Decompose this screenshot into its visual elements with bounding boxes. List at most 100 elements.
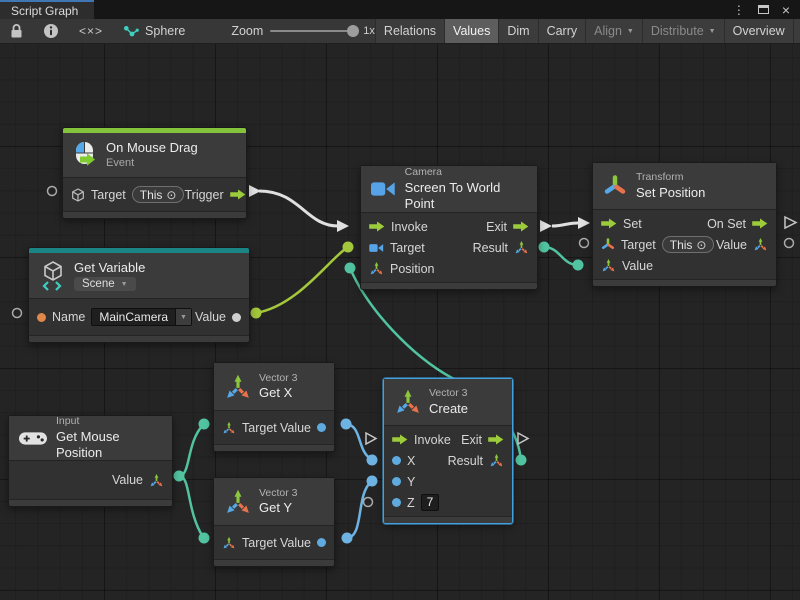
- port-invoke[interactable]: Invoke: [392, 433, 451, 447]
- port-exit[interactable]: Exit: [461, 433, 504, 447]
- lock-icon[interactable]: [0, 19, 33, 43]
- unconnected-port-circle[interactable]: [364, 498, 373, 507]
- overview-button[interactable]: Overview: [724, 19, 793, 43]
- tab-script-graph[interactable]: Script Graph: [0, 0, 94, 19]
- node-vector3-create[interactable]: Vector 3 Create Invoke Exit: [383, 378, 513, 524]
- flow-arrow[interactable]: [540, 220, 552, 232]
- node-get-mouse-position[interactable]: Input Get Mouse Position Value: [8, 415, 173, 507]
- port-value-out[interactable]: Value: [716, 237, 768, 252]
- this-object-field[interactable]: This ⊙: [662, 236, 715, 253]
- string-port-dot[interactable]: [37, 313, 46, 322]
- float-port-dot[interactable]: [317, 538, 326, 547]
- float-port-dot[interactable]: [392, 456, 401, 465]
- unconnected-port-circle[interactable]: [13, 309, 22, 318]
- port-camera-target[interactable]: Target: [369, 241, 425, 255]
- node-get-variable[interactable]: Get Variable Scene ▼ Name MainCamera ▼: [28, 247, 250, 343]
- flow-arrow-icon: [230, 189, 246, 200]
- port-result[interactable]: Result: [473, 240, 529, 255]
- transform-icon: [601, 238, 615, 251]
- unconnected-port-circle[interactable]: [785, 239, 794, 248]
- object-picker-icon[interactable]: ⊙: [166, 189, 176, 201]
- unconnected-port-circle[interactable]: [48, 187, 57, 196]
- port-set[interactable]: Set: [601, 217, 642, 231]
- port-target[interactable]: Target: [222, 536, 277, 550]
- close-icon[interactable]: ×: [782, 3, 790, 17]
- z-value-field[interactable]: 7: [421, 494, 440, 511]
- node-set-position[interactable]: Transform Set Position Set On Set: [592, 162, 777, 287]
- unconnected-flow-triangle[interactable]: [518, 433, 528, 444]
- port-z[interactable]: Z 7: [392, 494, 439, 511]
- node-screen-to-world-point[interactable]: Camera Screen To World Point Invoke Exit: [360, 165, 538, 290]
- port-value[interactable]: Value: [195, 310, 241, 324]
- flow-arrow[interactable]: [249, 185, 261, 197]
- kebab-menu-icon[interactable]: ⋮: [733, 4, 745, 16]
- vector3-icon: [224, 373, 252, 401]
- port-exit[interactable]: Exit: [486, 220, 529, 234]
- zoom-slider[interactable]: [270, 30, 356, 32]
- variable-scope-dropdown[interactable]: Scene ▼: [74, 277, 136, 291]
- distribute-button[interactable]: Distribute▼: [642, 19, 724, 43]
- info-icon[interactable]: [33, 19, 69, 43]
- node-get-x[interactable]: Vector 3 Get X Target Value: [213, 362, 335, 452]
- object-port-dot[interactable]: [232, 313, 241, 322]
- graph-canvas[interactable]: On Mouse Drag Event Target This ⊙: [0, 44, 800, 600]
- port-on-set[interactable]: On Set: [707, 217, 768, 231]
- port-trigger[interactable]: Trigger: [184, 188, 245, 202]
- title-bar: Script Graph ⋮ ×: [0, 0, 800, 19]
- port-invoke[interactable]: Invoke: [369, 220, 428, 234]
- node-category: Vector 3: [259, 487, 298, 500]
- node-title: Get Y: [259, 500, 298, 516]
- align-button[interactable]: Align▼: [585, 19, 642, 43]
- unconnected-port-circle[interactable]: [580, 239, 589, 248]
- port-result[interactable]: Result: [448, 453, 504, 468]
- port-name[interactable]: Name MainCamera ▼: [37, 308, 192, 326]
- carry-button[interactable]: Carry: [538, 19, 586, 43]
- wire-end-dot[interactable]: [516, 455, 527, 466]
- unconnected-flow-triangle[interactable]: [366, 433, 376, 444]
- unconnected-flow-triangle[interactable]: [785, 217, 796, 228]
- port-value[interactable]: Value: [280, 536, 326, 550]
- relations-button[interactable]: Relations: [375, 19, 444, 43]
- float-port-dot[interactable]: [317, 423, 326, 432]
- wire-end-dot[interactable]: [341, 419, 352, 430]
- wire-end-dot[interactable]: [199, 419, 210, 430]
- wire-end-dot[interactable]: [345, 263, 356, 274]
- wire-end-dot[interactable]: [199, 533, 210, 544]
- port-target[interactable]: Target This ⊙: [71, 186, 184, 203]
- wire-end-dot[interactable]: [251, 308, 262, 319]
- port-value-in[interactable]: Value: [601, 258, 653, 273]
- port-target[interactable]: Target: [222, 421, 277, 435]
- wire-gety-to-create-y: [347, 482, 371, 538]
- object-picker-icon[interactable]: ⊙: [696, 239, 706, 251]
- port-x[interactable]: X: [392, 454, 415, 468]
- wire-mouseposition-to-getx: [179, 425, 203, 476]
- port-value[interactable]: Value: [112, 473, 164, 488]
- variable-name-field[interactable]: MainCamera ▼: [91, 308, 192, 326]
- wire-end-dot[interactable]: [343, 242, 354, 253]
- graph-breadcrumb[interactable]: Sphere: [113, 24, 195, 38]
- flow-arrow[interactable]: [578, 217, 590, 229]
- float-port-dot[interactable]: [392, 477, 401, 486]
- wire-end-dot[interactable]: [174, 471, 185, 482]
- dim-button[interactable]: Dim: [498, 19, 537, 43]
- node-on-mouse-drag[interactable]: On Mouse Drag Event Target This ⊙: [62, 127, 247, 219]
- values-button[interactable]: Values: [444, 19, 498, 43]
- zoom-slider-handle[interactable]: [347, 25, 359, 37]
- port-transform-target[interactable]: Target This ⊙: [601, 236, 714, 253]
- wire-end-dot[interactable]: [367, 455, 378, 466]
- port-y[interactable]: Y: [392, 475, 415, 489]
- wire-end-dot[interactable]: [367, 476, 378, 487]
- float-port-dot[interactable]: [392, 498, 401, 507]
- flow-arrow[interactable]: [337, 220, 349, 232]
- port-value[interactable]: Value: [280, 421, 326, 435]
- wire-end-dot[interactable]: [539, 242, 550, 253]
- wire-end-dot[interactable]: [342, 533, 353, 544]
- port-position[interactable]: Position: [369, 261, 434, 276]
- code-view-icon[interactable]: <×>: [69, 19, 113, 43]
- node-get-y[interactable]: Vector 3 Get Y Target Value: [213, 477, 335, 567]
- fullscreen-button[interactable]: Full Screen: [793, 19, 800, 43]
- maximize-icon[interactable]: [758, 5, 769, 14]
- wire-end-dot[interactable]: [573, 260, 584, 271]
- this-object-field[interactable]: This ⊙: [132, 186, 185, 203]
- node-title: Get X: [259, 385, 298, 401]
